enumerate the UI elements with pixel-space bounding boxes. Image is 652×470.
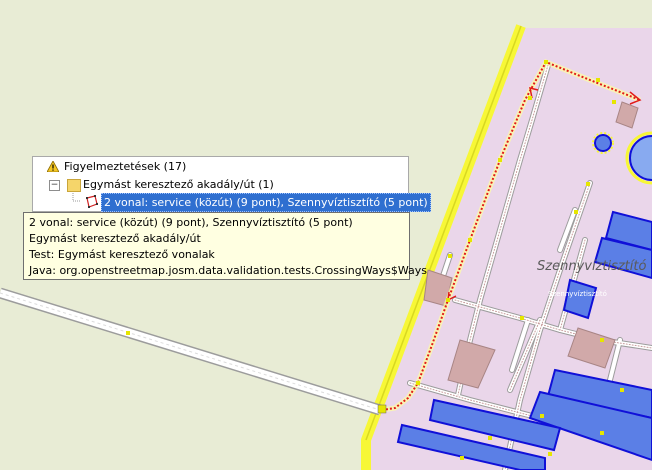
service-road-west[interactable]	[0, 287, 382, 416]
tree-root-label: Figyelmeztetések (17)	[64, 160, 187, 173]
tree-group-row[interactable]: − Egymást keresztező akadály/út (1)	[33, 176, 408, 193]
way-icon	[86, 195, 98, 208]
area-label: Szennyvíztisztító	[537, 259, 647, 274]
folder-icon	[67, 179, 81, 192]
tree-item-row[interactable]: 2 vonal: service (közút) (9 pont), Szenn…	[33, 193, 431, 212]
tree-root-row[interactable]: Figyelmeztetések (17)	[33, 158, 408, 175]
tooltip-line-3: Test: Egymást keresztező vonalak	[29, 248, 215, 261]
tree-group-label: Egymást keresztező akadály/út (1)	[83, 178, 274, 191]
warning-icon	[47, 161, 59, 172]
tooltip-line-2: Egymást keresztező akadály/út	[29, 232, 201, 245]
tree-item-label[interactable]: 2 vonal: service (közút) (9 pont), Szenn…	[101, 193, 431, 212]
validator-tree[interactable]: Figyelmeztetések (17) − Egymást kereszte…	[32, 156, 431, 212]
tree-connector	[72, 193, 81, 202]
tooltip-line-4: Java: org.openstreetmap.josm.data.valida…	[29, 264, 428, 277]
tooltip-line-1: 2 vonal: service (közút) (9 pont), Szenn…	[29, 216, 353, 229]
area-label-small: Szennyvíztisztító	[548, 290, 607, 298]
collapse-toggle-icon[interactable]: −	[49, 180, 60, 191]
error-tooltip: 2 vonal: service (közút) (9 pont), Szenn…	[23, 212, 428, 280]
